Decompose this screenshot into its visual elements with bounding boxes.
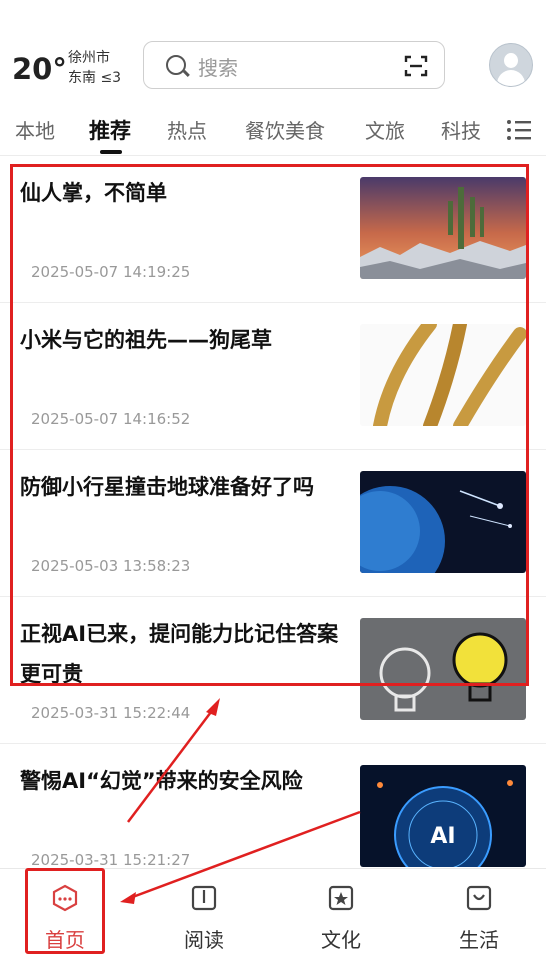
active-tab-indicator	[100, 150, 122, 154]
tab-local[interactable]: 本地	[15, 115, 55, 144]
scan-icon[interactable]	[404, 54, 428, 78]
search-bar[interactable]: 搜索	[143, 41, 445, 89]
planet-image	[360, 471, 526, 573]
top-bar: 20° 徐州市 东南 ≤3 搜索	[0, 0, 546, 110]
nav-label: 生活	[459, 928, 499, 952]
article-title: 防御小行星撞击地球准备好了吗	[20, 475, 314, 499]
article-item[interactable]: 仙人掌，不简单 2025-05-07 14:19:25	[0, 155, 546, 303]
article-title: 小米与它的祖先——狗尾草	[20, 328, 272, 352]
city-name: 徐州市	[68, 50, 110, 66]
article-title: 仙人掌，不简单	[20, 181, 167, 205]
tab-travel[interactable]: 文旅	[365, 115, 405, 144]
search-icon	[166, 55, 186, 75]
tab-hot[interactable]: 热点	[167, 115, 207, 144]
article-date: 2025-05-03 13:58:23	[31, 557, 191, 575]
bag-icon	[466, 885, 492, 911]
search-placeholder: 搜索	[198, 56, 238, 80]
lightbulb-image	[360, 618, 526, 720]
article-item[interactable]: 小米与它的祖先——狗尾草 2025-05-07 14:16:52	[0, 302, 546, 450]
tab-tech[interactable]: 科技	[441, 115, 481, 144]
weather-location: 徐州市 东南 ≤3	[68, 48, 121, 88]
article-item[interactable]: 正视AI已来，提问能力比记住答案更可贵 2025-03-31 15:22:44	[0, 596, 546, 744]
cactus-image	[360, 177, 526, 279]
article-date: 2025-05-07 14:16:52	[31, 410, 191, 428]
nav-label: 首页	[45, 928, 85, 952]
home-icon	[52, 884, 78, 912]
menu-icon[interactable]	[506, 118, 532, 142]
article-date: 2025-03-31 15:22:44	[31, 704, 191, 722]
nav-reading[interactable]: 阅读	[149, 869, 259, 957]
avatar[interactable]	[489, 43, 533, 87]
nav-home[interactable]: 首页	[10, 869, 120, 957]
article-date: 2025-05-07 14:19:25	[31, 263, 191, 281]
star-icon	[328, 885, 354, 911]
tab-recommend[interactable]: 推荐	[89, 115, 131, 145]
temperature: 20°	[12, 52, 67, 86]
article-title: 警惕AI“幻觉”带来的安全风险	[20, 769, 303, 793]
millet-image	[360, 324, 526, 426]
ai-image: AI	[360, 765, 526, 867]
nav-label: 文化	[321, 928, 361, 952]
avatar-head	[504, 53, 518, 68]
wind-info: 东南 ≤3	[68, 70, 122, 86]
nav-label: 阅读	[184, 928, 224, 952]
nav-culture[interactable]: 文化	[286, 869, 396, 957]
article-title: 正视AI已来，提问能力比记住答案更可贵	[20, 622, 339, 686]
nav-life[interactable]: 生活	[424, 869, 534, 957]
svg-text:AI: AI	[430, 824, 455, 849]
category-tabs: 本地 推荐 热点 餐饮美食 文旅 科技	[0, 110, 546, 156]
article-item[interactable]: 防御小行星撞击地球准备好了吗 2025-05-03 13:58:23	[0, 449, 546, 597]
tab-food[interactable]: 餐饮美食	[245, 115, 325, 144]
avatar-body	[497, 70, 525, 86]
book-icon	[191, 885, 217, 911]
article-date: 2025-03-31 15:21:27	[31, 851, 191, 869]
bottom-nav: 首页 阅读 文化 生活	[0, 868, 546, 957]
